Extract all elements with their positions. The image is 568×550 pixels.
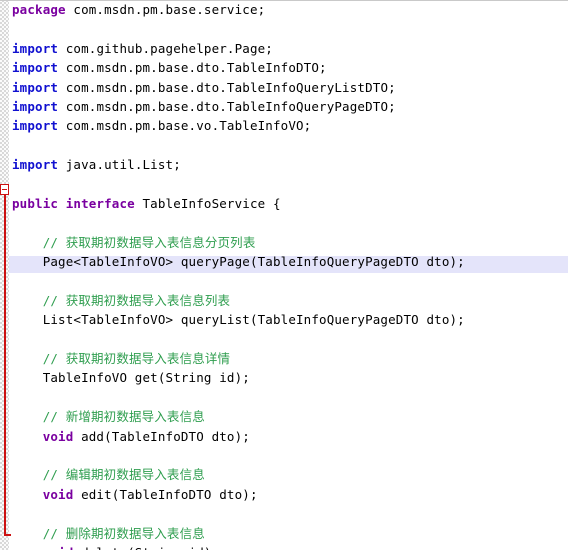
code-token: // xyxy=(12,525,66,541)
code-line[interactable]: import com.msdn.pm.base.vo.TableInfoVO; xyxy=(9,116,568,135)
code-token: com.msdn.pm.base.dto.TableInfoQueryListD… xyxy=(58,79,396,95)
code-token: TableInfoVO get(String id); xyxy=(12,370,250,386)
code-keyword: public interface xyxy=(12,195,135,211)
code-line[interactable]: Page<TableInfoVO> queryPage(TableInfoQue… xyxy=(9,252,568,271)
code-line[interactable]: // 删除期初数据导入表信息 xyxy=(9,524,568,543)
collapse-fold-minus-icon[interactable] xyxy=(0,184,9,195)
code-token: com.msdn.pm.base.dto.TableInfoQueryPageD… xyxy=(58,98,396,114)
code-token-cjk: 获取期初数据导入表信息详情 xyxy=(65,351,231,367)
code-keyword: import xyxy=(12,118,59,134)
code-line[interactable]: public interface TableInfoService { xyxy=(9,194,568,213)
code-line[interactable]: List<TableInfoVO> queryList(TableInfoQue… xyxy=(9,310,568,329)
code-text-area[interactable]: package com.msdn.pm.base.service; import… xyxy=(9,0,568,550)
code-token: // xyxy=(12,351,66,367)
code-line[interactable] xyxy=(9,446,568,465)
code-line[interactable] xyxy=(9,504,568,523)
code-token-cjk: 获取期初数据导入表信息分页列表 xyxy=(65,234,256,250)
code-line[interactable] xyxy=(9,271,568,290)
code-token-cjk: 编辑期初数据导入表信息 xyxy=(65,467,205,483)
code-token: edit(TableInfoDTO dto); xyxy=(73,486,258,502)
code-token: com.msdn.pm.base.dto.TableInfoDTO; xyxy=(58,60,327,76)
code-keyword: void xyxy=(43,545,74,550)
code-line[interactable]: package com.msdn.pm.base.service; xyxy=(9,0,568,19)
code-token: // xyxy=(12,467,66,483)
code-token: List<TableInfoVO> queryList(TableInfoQue… xyxy=(12,312,465,328)
code-line[interactable]: import com.msdn.pm.base.dto.TableInfoQue… xyxy=(9,97,568,116)
code-token: add(TableInfoDTO dto); xyxy=(73,428,250,444)
code-token: // xyxy=(12,234,66,250)
code-line[interactable] xyxy=(9,136,568,155)
code-keyword: import xyxy=(12,60,59,76)
code-line[interactable]: // 新增期初数据导入表信息 xyxy=(9,407,568,426)
code-keyword: void xyxy=(42,486,74,502)
code-line[interactable]: // 获取期初数据导入表信息分页列表 xyxy=(9,233,568,252)
code-token: TableInfoService { xyxy=(134,195,281,211)
code-token: com.msdn.pm.base.vo.TableInfoVO; xyxy=(58,118,312,134)
code-line[interactable]: TableInfoVO get(String id); xyxy=(9,368,568,387)
code-editor[interactable]: package com.msdn.pm.base.service; import… xyxy=(0,0,568,550)
code-token-cjk: 删除期初数据导入表信息 xyxy=(65,525,205,541)
code-token: delete(String id); xyxy=(73,545,219,550)
code-token-cjk: 获取期初数据导入表信息列表 xyxy=(65,292,231,308)
code-keyword: import xyxy=(12,79,59,95)
code-fold-bracket-line xyxy=(4,194,6,535)
code-line[interactable]: void delete(String id); xyxy=(9,543,568,550)
code-line[interactable] xyxy=(9,19,568,38)
code-keyword: import xyxy=(12,40,59,56)
code-keyword: import xyxy=(12,157,59,173)
editor-top-border xyxy=(0,0,568,1)
code-line[interactable] xyxy=(9,330,568,349)
code-fold-bracket-foot xyxy=(4,534,11,536)
code-line[interactable]: // 编辑期初数据导入表信息 xyxy=(9,465,568,484)
code-line[interactable]: import com.msdn.pm.base.dto.TableInfoDTO… xyxy=(9,58,568,77)
code-token: java.util.List; xyxy=(58,157,181,173)
code-line[interactable]: import java.util.List; xyxy=(9,155,568,174)
code-line[interactable]: // 获取期初数据导入表信息详情 xyxy=(9,349,568,368)
code-line[interactable]: import com.github.pagehelper.Page; xyxy=(9,39,568,58)
code-line[interactable] xyxy=(9,213,568,232)
code-token: // xyxy=(12,409,66,425)
code-line[interactable] xyxy=(9,388,568,407)
code-token: Page<TableInfoVO> queryPage(TableInfoQue… xyxy=(12,254,465,270)
code-line[interactable]: import com.msdn.pm.base.dto.TableInfoQue… xyxy=(9,78,568,97)
code-token: // xyxy=(12,292,66,308)
code-line[interactable]: void edit(TableInfoDTO dto); xyxy=(9,485,568,504)
code-line[interactable]: void add(TableInfoDTO dto); xyxy=(9,427,568,446)
code-line[interactable] xyxy=(9,175,568,194)
code-token-cjk: 新增期初数据导入表信息 xyxy=(65,409,205,425)
code-line[interactable]: // 获取期初数据导入表信息列表 xyxy=(9,291,568,310)
code-keyword: void xyxy=(42,428,74,444)
code-keyword: import xyxy=(12,98,59,114)
code-token: com.github.pagehelper.Page; xyxy=(58,40,273,56)
code-keyword: package xyxy=(12,2,66,17)
code-token: com.msdn.pm.base.service; xyxy=(65,2,266,17)
